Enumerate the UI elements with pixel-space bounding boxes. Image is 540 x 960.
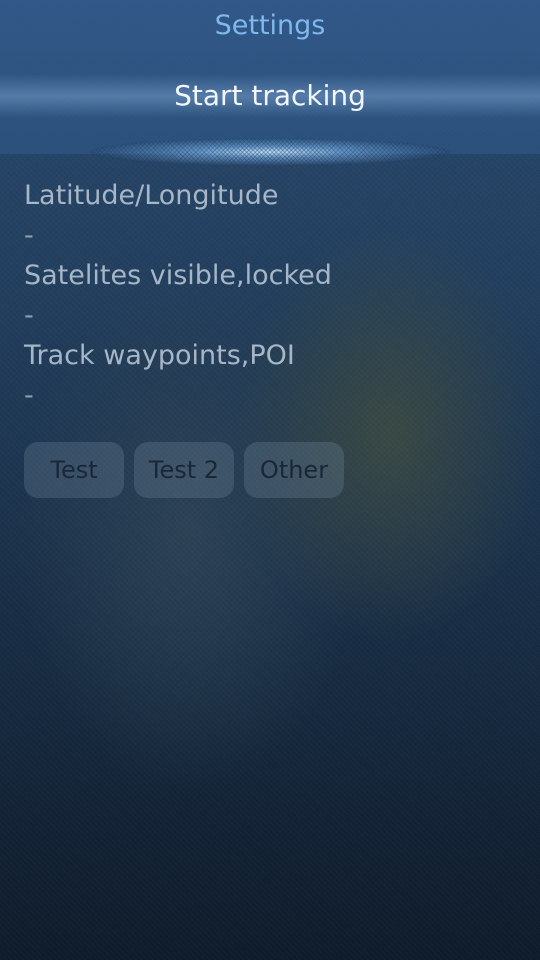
- tracking-info: Latitude/Longitude - Satelites visible,l…: [24, 176, 524, 416]
- button-row: Test Test 2 Other: [24, 442, 344, 498]
- pulley-menu: Settings Start tracking: [0, 0, 540, 154]
- pulley-menu-indicator: [90, 138, 450, 166]
- other-button[interactable]: Other: [244, 442, 344, 498]
- test-button[interactable]: Test: [24, 442, 124, 498]
- menu-item-start-tracking[interactable]: Start tracking: [0, 74, 540, 118]
- test-2-button[interactable]: Test 2: [134, 442, 234, 498]
- track-value: -: [24, 380, 34, 411]
- satellites-label: Satelites visible,locked: [24, 260, 332, 291]
- satellites-value: -: [24, 300, 34, 331]
- track-label: Track waypoints,POI: [24, 340, 295, 371]
- position-label: Latitude/Longitude: [24, 180, 279, 211]
- menu-item-settings[interactable]: Settings: [0, 6, 540, 46]
- position-value: -: [24, 220, 34, 251]
